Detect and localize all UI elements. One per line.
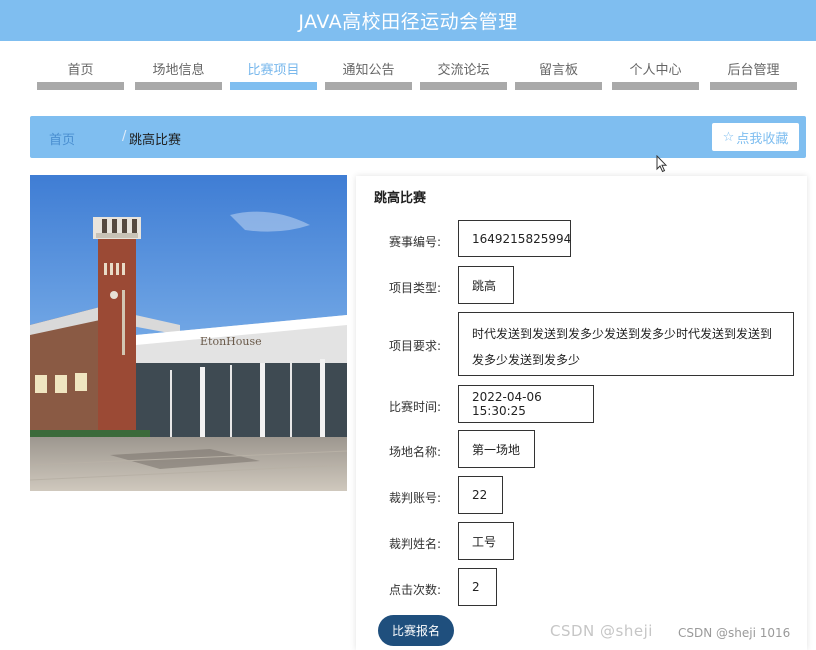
- field-value-referee-account: 22: [458, 476, 503, 514]
- field-label-event-id: 赛事编号:: [388, 235, 441, 249]
- svg-text:EtonHouse: EtonHouse: [200, 335, 262, 348]
- breadcrumb: 首页 / 跳高比赛 ☆ 点我收藏: [30, 116, 806, 158]
- header-bar: JAVA高校田径运动会管理: [0, 0, 816, 41]
- field-value-venue-name: 第一场地: [458, 430, 535, 468]
- field-value-event-id: 1649215825994: [458, 220, 571, 257]
- field-label-event-type: 项目类型:: [388, 281, 441, 295]
- breadcrumb-home-link[interactable]: 首页: [49, 129, 75, 148]
- nav-item-underline: [612, 82, 699, 90]
- field-value-click-count: 2: [458, 568, 497, 606]
- nav-item-venues[interactable]: 场地信息: [135, 41, 222, 93]
- event-title: 跳高比赛: [374, 191, 427, 206]
- nav-item-underline: [515, 82, 602, 90]
- nav-item-label: 首页: [67, 63, 94, 78]
- nav-item-label: 通知公告: [342, 63, 395, 78]
- field-label-referee-name: 裁判姓名:: [388, 537, 441, 551]
- field-label-venue-name: 场地名称:: [388, 445, 441, 459]
- field-label-referee-account: 裁判账号:: [388, 491, 441, 505]
- main-nav: 首页 场地信息 比赛项目 通知公告 交流论坛 留言板 个人中心 后台管理: [0, 41, 816, 93]
- nav-item-admin[interactable]: 后台管理: [710, 41, 797, 93]
- nav-item-underline: [710, 82, 797, 90]
- nav-item-label: 留言板: [538, 63, 578, 78]
- nav-item-profile[interactable]: 个人中心: [612, 41, 699, 93]
- favorite-button[interactable]: ☆ 点我收藏: [712, 123, 799, 151]
- field-value-referee-name: 工号: [458, 522, 514, 560]
- nav-item-label: 个人中心: [629, 63, 682, 78]
- nav-item-underline: [420, 82, 507, 90]
- event-photo: EtonHouse: [30, 175, 347, 491]
- breadcrumb-separator: /: [122, 129, 127, 144]
- field-label-match-time: 比赛时间:: [388, 400, 441, 414]
- nav-item-underline: [37, 82, 124, 90]
- field-value-match-time: 2022-04-06 15:30:25: [458, 385, 594, 423]
- mouse-cursor-icon: [656, 155, 668, 173]
- star-outline-icon: ☆: [722, 129, 735, 145]
- nav-item-events[interactable]: 比赛项目: [230, 41, 317, 93]
- field-label-click-count: 点击次数:: [388, 583, 441, 597]
- field-label-requirements: 项目要求:: [388, 339, 441, 353]
- nav-item-underline: [325, 82, 412, 90]
- watermark-faded: CSDN @sheji: [550, 622, 653, 640]
- nav-item-underline: [230, 82, 317, 90]
- app-title: JAVA高校田径运动会管理: [298, 11, 518, 33]
- nav-item-home[interactable]: 首页: [37, 41, 124, 93]
- nav-item-underline: [135, 82, 222, 90]
- favorite-button-label: 点我收藏: [736, 131, 789, 147]
- field-value-event-type: 跳高: [458, 266, 514, 304]
- nav-item-label: 后台管理: [727, 63, 780, 78]
- nav-item-label: 交流论坛: [437, 63, 490, 78]
- nav-item-forum[interactable]: 交流论坛: [420, 41, 507, 93]
- field-value-requirements: 时代发送到发送到发多少发送到发多少时代发送到发送到发多少发送到发多少: [458, 312, 794, 376]
- breadcrumb-current: 跳高比赛: [129, 133, 182, 148]
- nav-item-label: 比赛项目: [247, 63, 300, 78]
- signup-button[interactable]: 比赛报名: [378, 615, 454, 646]
- watermark-text: CSDN @sheji 1016: [678, 626, 791, 640]
- nav-item-notices[interactable]: 通知公告: [325, 41, 412, 93]
- nav-item-messages[interactable]: 留言板: [515, 41, 602, 93]
- nav-item-label: 场地信息: [152, 63, 205, 78]
